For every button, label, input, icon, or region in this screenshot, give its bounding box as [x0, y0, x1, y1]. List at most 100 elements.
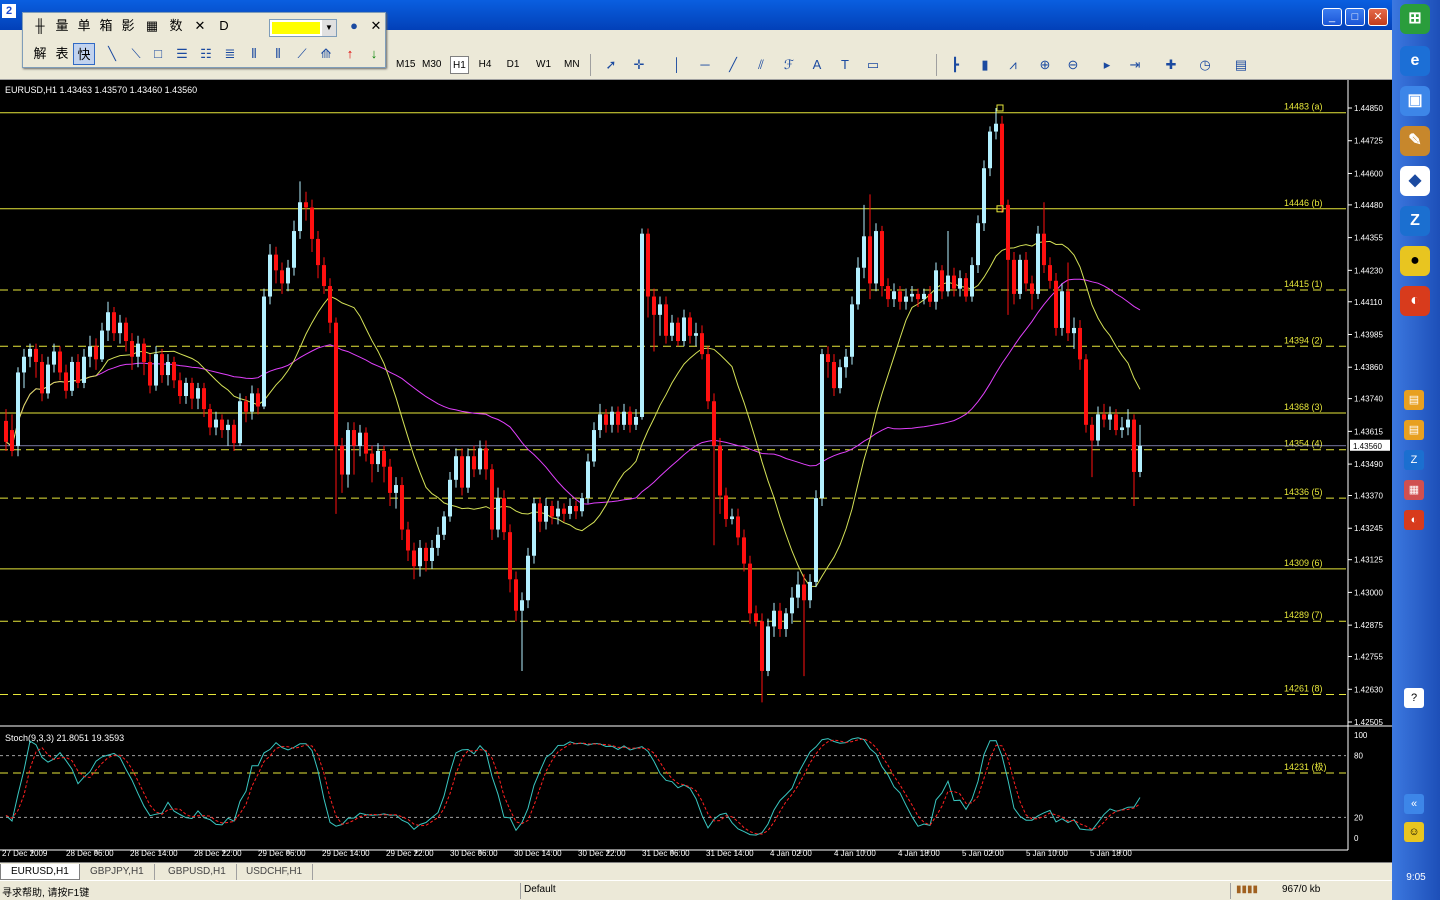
candle-bull: [1072, 327, 1076, 334]
tray-swirl-icon[interactable]: ◐: [1404, 510, 1424, 530]
tray-arrow-icon[interactable]: «: [1404, 794, 1424, 814]
fib-levels-icon[interactable]: ☰: [171, 43, 193, 65]
app-swirl-icon[interactable]: ◐: [1400, 286, 1430, 316]
app-diamond-icon[interactable]: ◆: [1400, 166, 1430, 196]
symbol-tab[interactable]: GBPUSD,H1: [158, 864, 237, 880]
color-picker[interactable]: ▼: [269, 19, 337, 37]
candle-bear: [316, 238, 320, 266]
pencils-icon[interactable]: ✎: [1400, 126, 1430, 156]
candle-bull: [658, 304, 662, 315]
candle-bear: [388, 466, 392, 493]
symbol-tab[interactable]: USDCHF,H1: [236, 864, 314, 880]
minimize-button[interactable]: _: [1322, 8, 1342, 26]
price-tick-label: 1.44110: [1354, 298, 1383, 307]
chevron-down-icon[interactable]: ▼: [322, 20, 336, 36]
app-z-icon[interactable]: Z: [1400, 206, 1430, 236]
period-lines-icon[interactable]: ⦀: [267, 43, 289, 65]
tray-app-icon[interactable]: ▦: [1404, 480, 1424, 500]
arrow-up-icon[interactable]: ↑: [339, 43, 361, 65]
candle-bull: [154, 354, 158, 386]
timeframe-m15[interactable]: M15: [394, 56, 417, 74]
table-button[interactable]: 表: [51, 43, 73, 65]
box-button[interactable]: 箱: [95, 15, 117, 37]
arrows-icon[interactable]: ▭: [864, 56, 882, 74]
chart-shift-icon[interactable]: ⇥: [1126, 56, 1144, 74]
periods-clock-icon[interactable]: ◷: [1196, 56, 1214, 74]
tray-folder-icon[interactable]: ▤: [1404, 390, 1424, 410]
candle-bear: [352, 430, 356, 446]
trendline-icon[interactable]: ╱: [724, 56, 742, 74]
rectangle-icon[interactable]: □: [147, 43, 169, 65]
channel-icon[interactable]: ⫽: [752, 56, 770, 74]
vertical-line-icon[interactable]: │: [668, 56, 686, 74]
timeframe-w1[interactable]: W1: [534, 56, 553, 74]
shadow-button[interactable]: 影: [117, 15, 139, 37]
fib-timezones-icon[interactable]: ≣: [219, 43, 241, 65]
single-button[interactable]: 单: [73, 15, 95, 37]
volume-button[interactable]: 量: [51, 15, 73, 37]
color-swatch: [272, 22, 320, 34]
candlestick-icon[interactable]: ▮: [976, 56, 994, 74]
close-toolbar-icon[interactable]: ✕: [365, 15, 387, 37]
auto-scroll-icon[interactable]: ▸: [1098, 56, 1116, 74]
double-line-icon[interactable]: ⟍: [125, 43, 147, 65]
zoom-in-icon[interactable]: ⊕: [1036, 56, 1054, 74]
line-chart-icon[interactable]: ⩘: [1004, 56, 1022, 74]
price-chart[interactable]: EURUSD,H1 1.43463 1.43570 1.43460 1.4356…: [0, 80, 1392, 862]
timeframe-h4[interactable]: H4: [476, 56, 494, 74]
show-desktop-icon[interactable]: ▣: [1400, 86, 1430, 116]
fibonacci-icon[interactable]: ℱ: [780, 56, 798, 74]
close-button[interactable]: ✕: [1368, 8, 1388, 26]
delete-cross-icon[interactable]: ✕: [189, 15, 211, 37]
cycle-lines-icon[interactable]: ⦀: [243, 43, 265, 65]
timeframe-m30[interactable]: M30: [420, 56, 443, 74]
symbol-tab[interactable]: EURUSD,H1: [0, 864, 80, 880]
price-tick-label: 1.42630: [1354, 685, 1383, 694]
timeframe-d1[interactable]: D1: [504, 56, 522, 74]
chart-window[interactable]: EURUSD,H1 1.43463 1.43570 1.43460 1.4356…: [0, 80, 1392, 862]
tray-z-icon[interactable]: Z: [1404, 450, 1424, 470]
ie-browser-icon[interactable]: e: [1400, 46, 1430, 76]
fib-ext-icon[interactable]: ☷: [195, 43, 217, 65]
candle-bear: [964, 278, 968, 297]
number-button[interactable]: 数: [165, 15, 187, 37]
candle-bull: [394, 485, 398, 493]
time-label: 27 Dec 2009: [2, 849, 48, 858]
tray-folder-icon[interactable]: ▤: [1404, 420, 1424, 440]
text-label-button[interactable]: A: [808, 56, 826, 74]
maximize-button[interactable]: □: [1345, 8, 1365, 26]
help-icon[interactable]: ●: [343, 15, 365, 37]
horizontal-line-icon[interactable]: ─: [696, 56, 714, 74]
bar-chart-icon[interactable]: ┣: [946, 56, 964, 74]
cursor-arrow-icon[interactable]: ➚: [602, 56, 620, 74]
candle-bear: [58, 351, 62, 373]
text-box-button[interactable]: T: [836, 56, 854, 74]
tray-smiley-icon[interactable]: ☺: [1404, 822, 1424, 842]
candle-bull: [772, 610, 776, 627]
time-label: 4 Jan 18:00: [898, 849, 940, 858]
candles-icon[interactable]: ╫: [29, 15, 51, 37]
fan-icon[interactable]: ⟰: [315, 43, 337, 65]
indicators-icon[interactable]: ✚: [1162, 56, 1180, 74]
candle-bull: [994, 123, 998, 132]
timeframe-h1[interactable]: H1: [450, 56, 469, 74]
solve-button[interactable]: 解: [29, 43, 51, 65]
tray-help-icon[interactable]: ?: [1404, 688, 1424, 708]
templates-icon[interactable]: ▤: [1232, 56, 1250, 74]
timeframe-mn[interactable]: MN: [562, 56, 582, 74]
dx-icon[interactable]: D: [213, 15, 235, 37]
candle-bear: [1030, 283, 1034, 294]
candle-bull: [856, 267, 860, 305]
line-tool-icon[interactable]: ╲: [101, 43, 123, 65]
zoom-out-icon[interactable]: ⊖: [1064, 56, 1082, 74]
grid-icon[interactable]: ▦: [141, 15, 163, 37]
time-label: 30 Dec 06:00: [450, 849, 498, 858]
price-tick-label: 1.43490: [1354, 460, 1383, 469]
gann-fan-icon[interactable]: ⟋: [291, 43, 313, 65]
qq-penguin-icon[interactable]: ●: [1400, 246, 1430, 276]
quick-button[interactable]: 快: [73, 43, 95, 65]
crosshair-icon[interactable]: ✛: [630, 56, 648, 74]
arrow-down-icon[interactable]: ↓: [363, 43, 385, 65]
symbol-tab[interactable]: GBPJPY,H1: [80, 864, 155, 880]
windows-flag-icon[interactable]: ⊞: [1400, 4, 1430, 34]
